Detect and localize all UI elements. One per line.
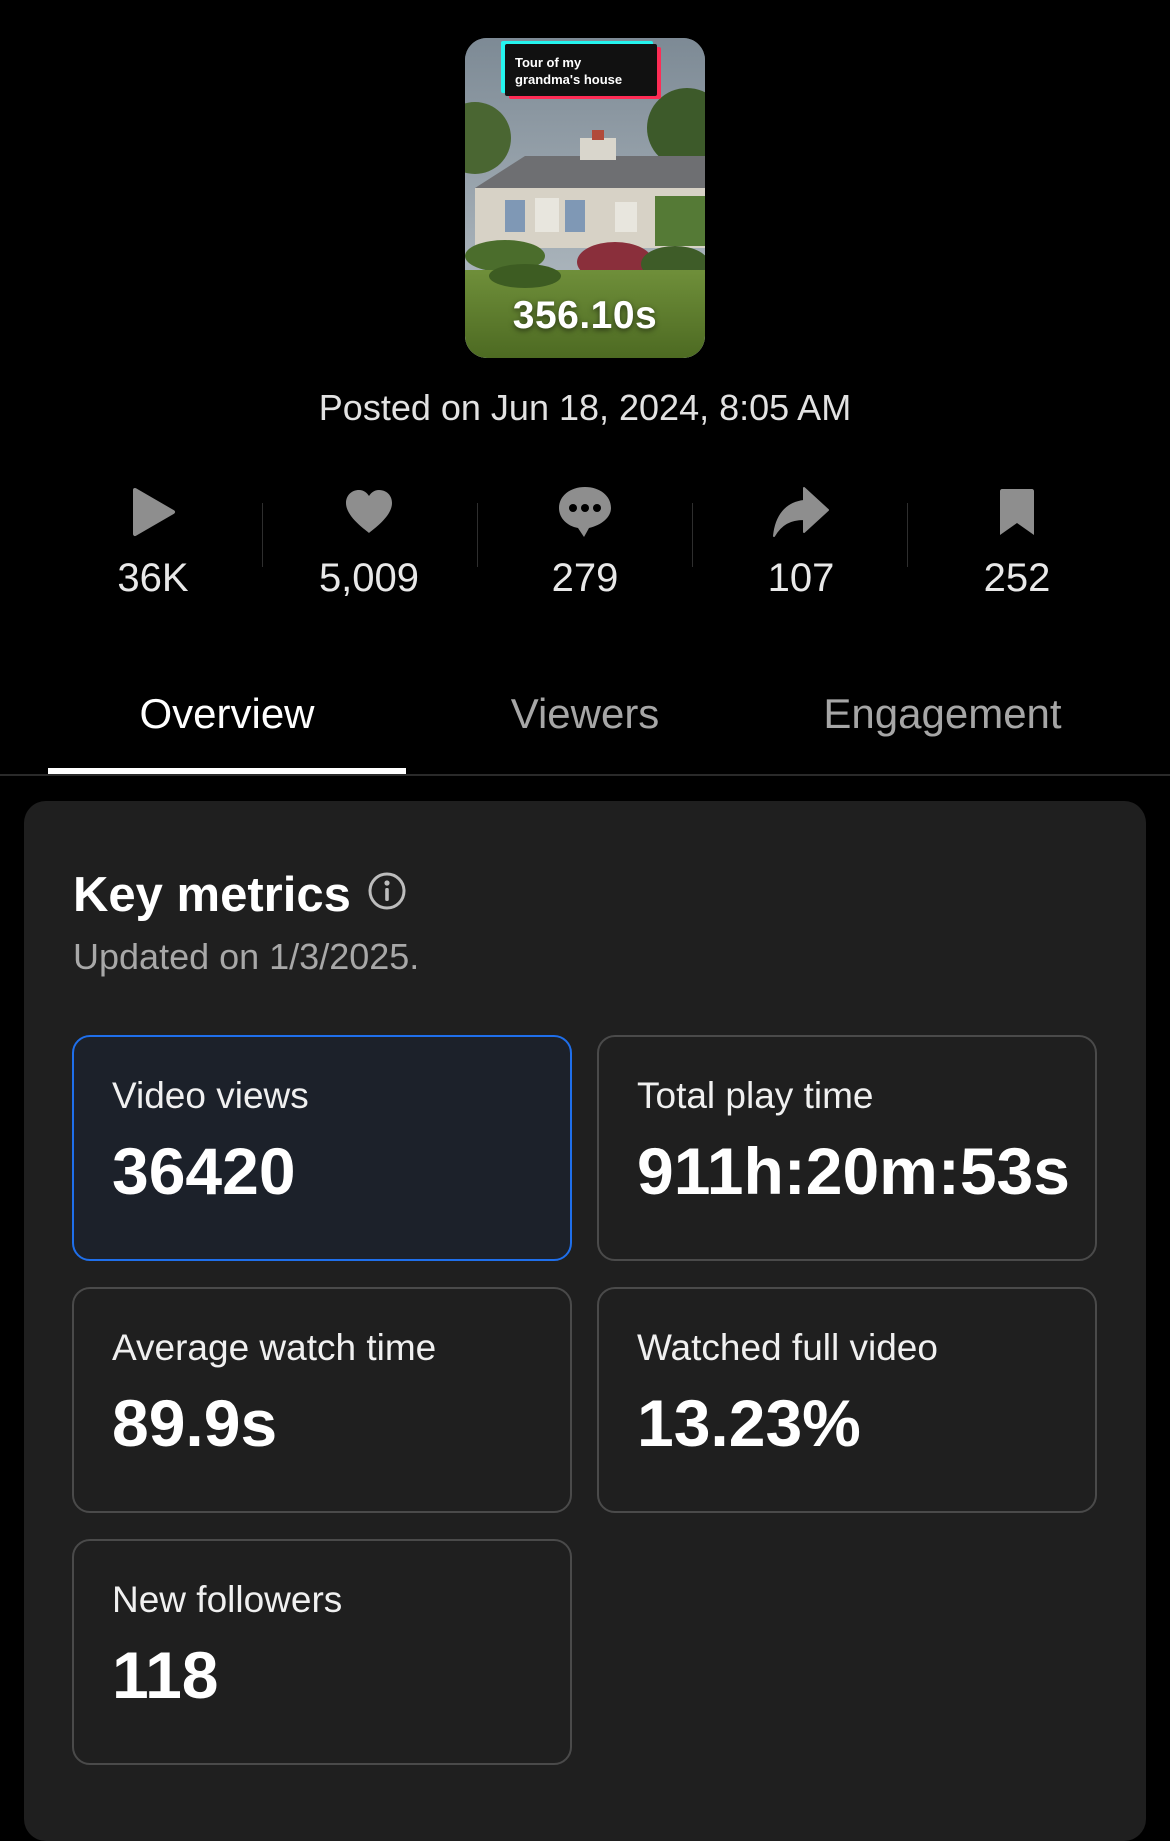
video-caption: Tour of my grandma's house [505, 44, 657, 96]
info-icon[interactable] [367, 867, 407, 923]
metric-card-average-watch-time[interactable]: Average watch time 89.9s [72, 1287, 572, 1513]
stat-value: 107 [767, 556, 835, 600]
video-thumbnail[interactable]: Tour of my grandma's house 356.10s [465, 38, 705, 358]
key-metrics-title-text: Key metrics [73, 868, 351, 922]
tab-bar: Overview Viewers Engagement [0, 676, 1170, 776]
active-tab-indicator [48, 768, 406, 774]
metric-value: 118 [112, 1638, 219, 1712]
play-icon [133, 488, 175, 536]
metric-value: 13.23% [637, 1386, 861, 1460]
stat-value: 5,009 [318, 556, 420, 600]
stat-shares: 107 [693, 480, 909, 620]
caption-line-2: grandma's house [515, 72, 623, 87]
updated-date: Updated on 1/3/2025. [73, 936, 420, 977]
metric-label: Video views [112, 1075, 309, 1116]
tab-viewers[interactable]: Viewers [430, 690, 740, 738]
stats-row: 36K 5,009 279 107 252 [45, 480, 1125, 620]
share-icon [773, 487, 829, 537]
comment-icon [559, 487, 611, 537]
metric-value: 89.9s [112, 1386, 278, 1460]
stat-likes: 5,009 [261, 480, 477, 620]
metric-value: 911h:20m:53s [637, 1134, 1070, 1208]
metric-label: Watched full video [637, 1327, 938, 1368]
stat-comments: 279 [477, 480, 693, 620]
metric-card-video-views[interactable]: Video views 36420 [72, 1035, 572, 1261]
stat-divider [477, 503, 478, 567]
stat-value: 279 [551, 556, 619, 600]
key-metrics-title: Key metrics [73, 867, 407, 923]
metric-value: 36420 [112, 1134, 296, 1208]
key-metrics-panel: Key metrics Updated on 1/3/2025. Video v… [24, 801, 1146, 1841]
caption-line-1: Tour of my [515, 55, 582, 70]
stat-divider [907, 503, 908, 567]
metric-label: Total play time [637, 1075, 874, 1116]
stat-value: 252 [983, 556, 1051, 600]
metric-card-watched-full-video[interactable]: Watched full video 13.23% [597, 1287, 1097, 1513]
video-duration: 356.10s [512, 294, 658, 337]
stat-saves: 252 [909, 480, 1125, 620]
tab-overview[interactable]: Overview [48, 690, 406, 738]
metric-card-new-followers[interactable]: New followers 118 [72, 1539, 572, 1765]
metric-card-total-play-time[interactable]: Total play time 911h:20m:53s [597, 1035, 1097, 1261]
stat-value: 36K [117, 556, 189, 600]
posted-date: Posted on Jun 18, 2024, 8:05 AM [318, 387, 852, 428]
stat-views: 36K [45, 480, 261, 620]
metric-label: Average watch time [112, 1327, 437, 1368]
tab-engagement[interactable]: Engagement [760, 690, 1125, 738]
bookmark-icon [1000, 489, 1034, 535]
metric-label: New followers [112, 1579, 343, 1620]
stat-divider [692, 503, 693, 567]
stat-divider [262, 503, 263, 567]
heart-icon [346, 490, 392, 533]
